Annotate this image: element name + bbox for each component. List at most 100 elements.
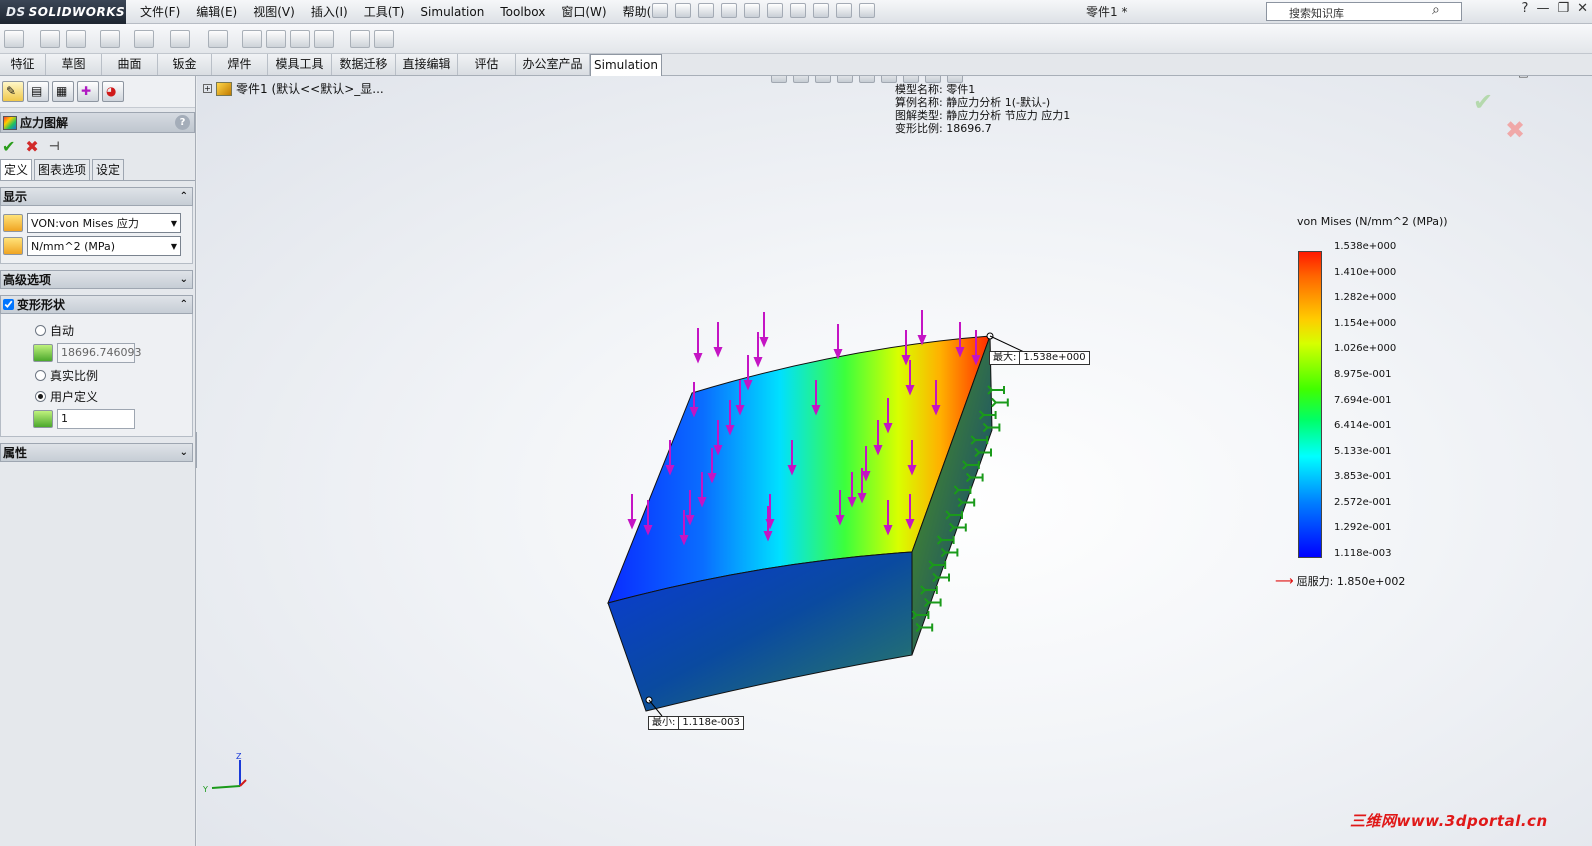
options-icon[interactable] — [859, 3, 875, 18]
cancel-x-icon[interactable]: ✖ — [25, 137, 38, 156]
pm-actions: ✔ ✖ ⊣ — [0, 133, 195, 159]
property-manager-icon[interactable]: ▤ — [27, 81, 49, 102]
display-section-header[interactable]: 显示 ⌃ — [0, 187, 193, 206]
true-scale-radio[interactable]: 真实比例 — [35, 367, 190, 384]
help-icon[interactable]: ? — [175, 115, 190, 130]
restore-button[interactable]: ❐ — [1557, 1, 1569, 16]
collapse-chevron-icon[interactable]: ⌃ — [180, 299, 188, 310]
component-value: VON:von Mises 应力 — [31, 217, 139, 230]
menu-file[interactable]: 文件(F) — [132, 0, 188, 24]
tab-direct-editing[interactable]: 直接编辑 — [396, 54, 458, 75]
component-icon — [3, 214, 23, 232]
advanced-section-header[interactable]: 高级选项 ⌄ — [0, 270, 193, 289]
legend-tick-label: 1.292e-001 — [1334, 522, 1392, 534]
tab-evaluate[interactable]: 评估 — [458, 54, 516, 75]
min-callout: 最小: 1.118e-003 — [648, 716, 744, 730]
study-icon[interactable] — [40, 30, 60, 48]
manager-tabs: ✎ ▤ ▦ ✚ ◕ — [0, 76, 195, 108]
collapse-chevron-icon[interactable]: ⌃ — [180, 191, 188, 202]
display-manager-icon[interactable]: ◕ — [102, 81, 124, 102]
user-defined-radio-dot[interactable] — [35, 391, 46, 402]
select-icon[interactable] — [790, 3, 806, 18]
menu-window[interactable]: 窗口(W) — [553, 0, 614, 24]
pushpin-icon[interactable]: ⊣ — [49, 139, 60, 153]
tab-sketch[interactable]: 草图 — [46, 54, 102, 75]
menu-bar: 文件(F) 编辑(E) 视图(V) 插入(I) 工具(T) Simulation… — [132, 0, 673, 24]
close-button[interactable]: ✕ — [1577, 1, 1588, 16]
zoom-icon[interactable] — [4, 30, 24, 48]
configuration-manager-icon[interactable]: ▦ — [52, 81, 74, 102]
tab-weldments[interactable]: 焊件 — [212, 54, 268, 75]
undo-icon[interactable] — [767, 3, 783, 18]
save-icon[interactable] — [721, 3, 737, 18]
file-properties-icon[interactable] — [836, 3, 852, 18]
print-icon[interactable] — [744, 3, 760, 18]
component-select[interactable]: VON:von Mises 应力 ▼ — [27, 213, 181, 233]
auto-scale-field[interactable]: 18696.746093 — [57, 343, 141, 363]
deformed-shape-checkbox[interactable] — [3, 299, 14, 310]
rebuild-icon[interactable] — [813, 3, 829, 18]
dropdown-arrow-icon[interactable]: ▼ — [171, 219, 177, 228]
connection-icon[interactable] — [134, 30, 154, 48]
tab-office-products[interactable]: 办公室产品 — [516, 54, 590, 75]
pressure-arrowhead — [627, 519, 637, 530]
menu-tools[interactable]: 工具(T) — [356, 0, 413, 24]
new-file-icon[interactable] — [675, 3, 691, 18]
stress-plot-model[interactable] — [197, 76, 1592, 846]
compare-icon[interactable] — [266, 30, 286, 48]
tab-definition[interactable]: 定义 — [0, 159, 33, 180]
tab-data-migration[interactable]: 数据迁移 — [332, 54, 396, 75]
solidworks-logo[interactable]: DS SOLIDWORKS — [0, 0, 126, 24]
tab-simulation[interactable]: Simulation — [590, 54, 662, 76]
expand-chevron-icon[interactable]: ⌄ — [180, 274, 188, 285]
dropdown-arrow-icon[interactable]: ▼ — [171, 242, 177, 251]
minimize-button[interactable]: — — [1536, 1, 1549, 16]
units-select[interactable]: N/mm^2 (MPa) ▼ — [27, 236, 181, 256]
pressure-arrowhead — [693, 353, 703, 364]
legend-tick-label: 1.118e-003 — [1334, 548, 1392, 559]
pm-title: 应力图解 — [20, 116, 69, 130]
tab-sheet-metal[interactable]: 钣金 — [158, 54, 212, 75]
tab-surfaces[interactable]: 曲面 — [102, 54, 158, 75]
legend-tick-label: 8.975e-001 — [1334, 368, 1392, 380]
tab-chart-options[interactable]: 图表选项 — [34, 159, 91, 180]
open-file-icon[interactable] — [698, 3, 714, 18]
deformed-shape-header[interactable]: 变形形状 ⌃ — [0, 295, 193, 314]
feature-manager-icon[interactable]: ✎ — [2, 81, 24, 102]
tab-mold-tools[interactable]: 模具工具 — [268, 54, 332, 75]
user-defined-radio[interactable]: 用户定义 — [35, 388, 190, 405]
search-icon[interactable]: ⌕ — [1432, 2, 1440, 18]
report-icon[interactable] — [350, 30, 370, 48]
pin-icon[interactable] — [652, 3, 668, 18]
true-scale-radio-dot[interactable] — [35, 370, 46, 381]
tab-features[interactable]: 特征 — [0, 54, 46, 75]
ok-check-icon[interactable]: ✔ — [2, 137, 15, 156]
menu-view[interactable]: 视图(V) — [245, 0, 303, 24]
menu-simulation[interactable]: Simulation — [412, 0, 492, 24]
result-icon[interactable] — [242, 30, 262, 48]
legend-tick-label: 6.414e-001 — [1334, 420, 1392, 432]
graphics-area[interactable]: + 零件1 (默认<<默认>_显... 模型名称: 零件1 算例名称: 静应力分… — [197, 76, 1592, 846]
color-legend-bar[interactable] — [1298, 251, 1322, 558]
tab-settings[interactable]: 设定 — [92, 159, 125, 180]
dimxpert-icon[interactable]: ✚ — [77, 81, 99, 102]
run-icon[interactable] — [208, 30, 228, 48]
auto-radio[interactable]: 自动 — [35, 322, 190, 339]
menu-toolbox[interactable]: Toolbox — [492, 0, 553, 24]
user-scale-field[interactable]: 1 — [57, 409, 135, 429]
auto-radio-dot[interactable] — [35, 325, 46, 336]
pressure-arrowhead — [753, 357, 763, 368]
expand-chevron-icon[interactable]: ⌄ — [180, 447, 188, 458]
design-check-icon[interactable] — [290, 30, 310, 48]
deform-icon[interactable] — [314, 30, 334, 48]
export-icon[interactable] — [374, 30, 394, 48]
fixture-icon[interactable] — [66, 30, 86, 48]
menu-insert[interactable]: 插入(I) — [303, 0, 356, 24]
menu-edit[interactable]: 编辑(E) — [188, 0, 245, 24]
help-icon[interactable]: ? — [1522, 1, 1529, 16]
command-manager-tabs: 特征 草图 曲面 钣金 焊件 模具工具 数据迁移 直接编辑 评估 办公室产品 S… — [0, 54, 1592, 76]
mesh-icon[interactable] — [170, 30, 190, 48]
load-icon[interactable] — [100, 30, 120, 48]
legend-tick-label: 5.133e-001 — [1334, 445, 1392, 457]
properties-section-header[interactable]: 属性 ⌄ — [0, 443, 193, 462]
